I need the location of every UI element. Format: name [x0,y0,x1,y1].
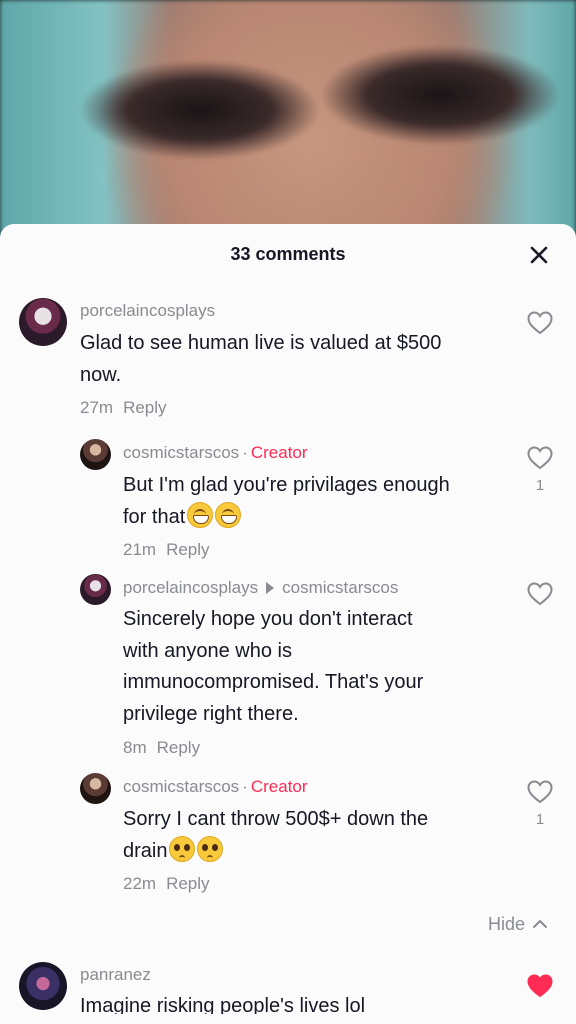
comment-text: Sincerely hope you don't interact with a… [123,604,513,730]
comment-username: cosmicstarscos · Creator [123,777,308,797]
comment-text-line: immunocompromised. That's your [123,671,424,693]
comment-username: cosmicstarscos · Creator [123,443,308,463]
comment-input-bar-edge [0,1014,576,1024]
comment-text-line: privilege right there. [123,702,299,725]
comment-text-line: now. [80,364,122,386]
comments-panel: 33 comments porcelaincosplays Glad to se… [0,224,576,1024]
creator-badge: Creator [250,777,308,796]
like-count: 1 [535,811,545,828]
chevron-up-icon [533,920,547,928]
comment-meta: 21m Reply [123,540,210,560]
reply-to-username[interactable]: cosmicstarscos [282,578,398,597]
creator-badge: Creator [250,443,308,462]
comment-username[interactable]: porcelaincosplays [80,301,215,321]
video-background[interactable] [0,0,576,260]
comment-meta: 27m Reply [80,398,167,418]
reply-username[interactable]: cosmicstarscos [123,777,239,796]
grinning-face-emoji-icon [215,502,242,528]
avatar[interactable] [19,298,67,346]
comment-text-fragment: for that [123,506,186,528]
comments-count-title: 33 comments [230,244,346,264]
comment-text-line: Glad to see human live is valued at $500 [80,332,442,354]
comment-text: Sorry I cant throw 500$+ down the drain [123,803,513,867]
comment-text: But I'm glad you're privilages enough fo… [123,469,513,533]
reply-button[interactable]: Reply [166,540,209,559]
like-count: 1 [535,477,545,494]
separator-dot: · [242,443,248,462]
heart-filled-icon[interactable] [526,972,554,1000]
reply-username[interactable]: porcelaincosplays [123,578,258,597]
comment-text: Glad to see human live is valued at $500… [80,327,510,391]
comment-username: porcelaincosplays cosmicstarscos [123,578,398,598]
hide-label: Hide [487,914,525,934]
heart-icon[interactable] [526,309,554,337]
avatar[interactable] [19,962,67,1010]
heart-icon[interactable] [526,778,554,806]
pleading-face-emoji-icon [197,836,224,862]
reply-arrow-icon [266,582,275,594]
comment-username[interactable]: panranez [80,965,151,985]
heart-icon[interactable] [526,444,554,472]
reply-button[interactable]: Reply [166,874,209,893]
avatar[interactable] [80,574,111,605]
comment-text-line: drain [123,835,513,867]
comment-text-fragment: drain [123,840,168,862]
comment-meta: 22m Reply [123,874,210,894]
comment-time: 8m [123,738,147,757]
pleading-face-emoji-icon [169,836,196,862]
comment-text-line: with anyone who is [123,639,292,662]
reply-username[interactable]: cosmicstarscos [123,443,239,462]
comments-header: 33 comments [0,224,576,286]
comment-text-line: But I'm glad you're privilages enough [123,474,450,496]
comment-time: 27m [80,398,114,417]
avatar[interactable] [80,439,111,470]
close-icon[interactable] [526,242,552,268]
comment-meta: 8m Reply [123,738,200,758]
comment-text-line: Sincerely hope you don't interact [123,608,413,630]
hide-replies-button[interactable]: Hide [488,914,548,935]
avatar[interactable] [80,773,111,804]
separator-dot: · [242,777,248,796]
grinning-face-emoji-icon [187,502,214,528]
reply-button[interactable]: Reply [157,738,200,757]
heart-icon[interactable] [526,580,554,608]
comment-time: 21m [123,540,157,559]
comment-text-line: for that [123,501,513,533]
comment-text-line: Sorry I cant throw 500$+ down the [123,808,429,830]
reply-button[interactable]: Reply [123,398,166,417]
comment-time: 22m [123,874,157,893]
